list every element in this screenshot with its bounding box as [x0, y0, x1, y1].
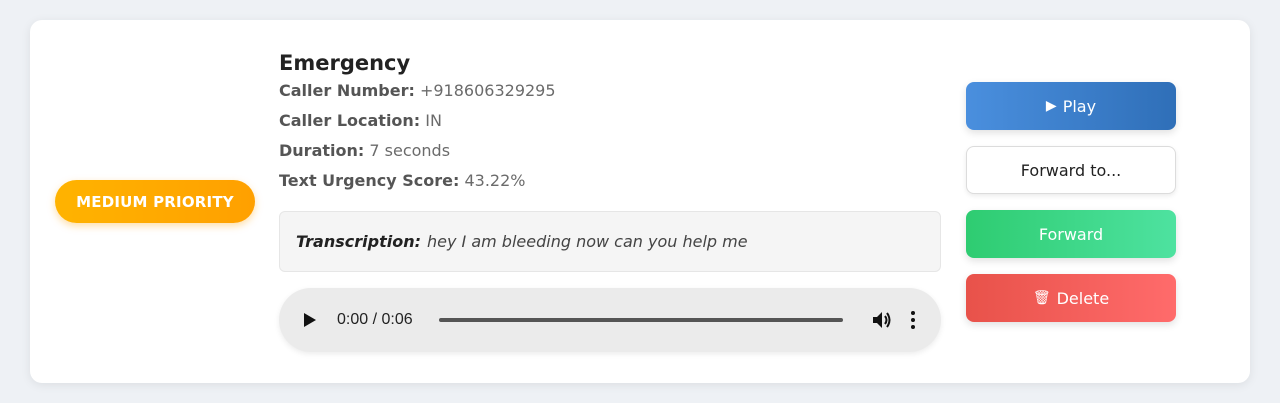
transcription-label: Transcription:	[296, 232, 421, 251]
trash-icon: 🗑	[1032, 290, 1051, 306]
priority-badge: MEDIUM PRIORITY	[55, 180, 255, 223]
more-options-icon[interactable]	[907, 309, 919, 331]
delete-button[interactable]: 🗑 Delete	[966, 274, 1176, 322]
forward-button[interactable]: Forward	[966, 210, 1176, 258]
audio-progress-track[interactable]	[439, 318, 843, 322]
transcription-text: hey I am bleeding now can you help me	[426, 232, 748, 251]
play-icon: ▶	[1045, 98, 1057, 114]
caller-number-label: Caller Number:	[279, 81, 415, 100]
call-title: Emergency	[279, 51, 411, 75]
caller-number-value: +918606329295	[419, 81, 556, 100]
caller-location-value: IN	[425, 111, 442, 130]
call-card: MEDIUM PRIORITY Emergency Caller Number:…	[30, 20, 1250, 383]
duration-label: Duration:	[279, 141, 365, 160]
caller-location-row: Caller Location: IN	[279, 106, 941, 136]
priority-label: MEDIUM PRIORITY	[76, 192, 234, 211]
duration-row: Duration: 7 seconds	[279, 136, 941, 166]
urgency-score-row: Text Urgency Score: 43.22%	[279, 166, 941, 196]
caller-location-label: Caller Location:	[279, 111, 421, 130]
transcription-box: Transcription: hey I am bleeding now can…	[279, 211, 941, 272]
forward-to-select[interactable]: Forward to...	[966, 146, 1176, 194]
caller-number-row: Caller Number: +918606329295	[279, 76, 941, 106]
urgency-score-label: Text Urgency Score:	[279, 171, 460, 190]
delete-label: Delete	[1056, 288, 1110, 308]
volume-icon[interactable]	[871, 309, 893, 331]
play-button[interactable]: ▶ Play	[966, 82, 1176, 130]
audio-play-icon[interactable]	[303, 312, 319, 328]
audio-time: 0:00 / 0:06	[337, 311, 413, 328]
audio-player: 0:00 / 0:06	[279, 288, 941, 352]
duration-value: 7 seconds	[369, 141, 451, 160]
call-info: Emergency Caller Number: +918606329295 C…	[279, 50, 941, 196]
forward-to-label: Forward to...	[1020, 160, 1122, 180]
forward-label: Forward	[1038, 224, 1104, 244]
urgency-score-value: 43.22%	[464, 171, 526, 190]
play-label: Play	[1062, 96, 1097, 116]
